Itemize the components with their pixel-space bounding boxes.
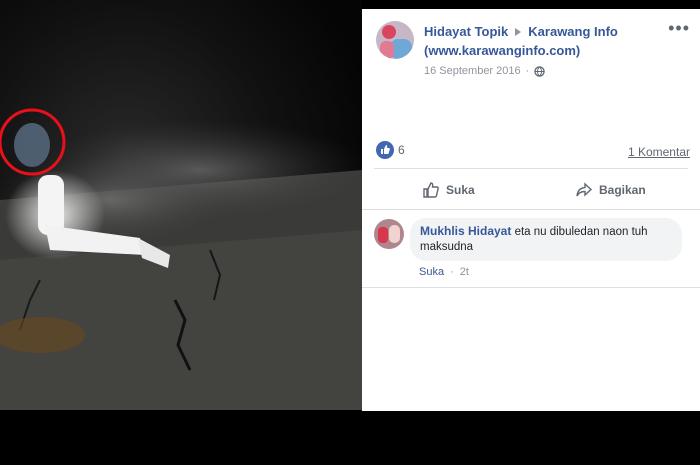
comment-count-link[interactable]: 1 Komentar (628, 145, 690, 159)
divider (374, 168, 688, 169)
more-options-icon[interactable]: ••• (668, 19, 690, 37)
like-label: Suka (446, 183, 475, 197)
facebook-post-card: Hidayat Topik Karawang Info (www.karawan… (362, 9, 700, 411)
photo-illustration (0, 108, 362, 410)
post-photo[interactable] (0, 0, 362, 410)
comment-actions: Suka · 2t (419, 266, 469, 278)
commenter-name[interactable]: Mukhlis Hidayat (420, 224, 511, 238)
like-button[interactable]: Suka (422, 181, 475, 199)
thumbs-up-icon (423, 182, 439, 198)
comment-time[interactable]: 2t (460, 266, 469, 278)
comment-like-link[interactable]: Suka (419, 266, 444, 278)
author-avatar[interactable] (376, 21, 414, 59)
group-url[interactable]: (www.karawanginfo.com) (424, 43, 580, 58)
commenter-avatar[interactable] (374, 219, 404, 249)
comment-bubble: Mukhlis Hidayat eta nu dibuledan naon tu… (410, 218, 682, 261)
author-name[interactable]: Hidayat Topik (424, 24, 508, 39)
share-arrow-icon (576, 182, 593, 197)
group-name[interactable]: Karawang Info (528, 24, 618, 39)
share-label: Bagikan (599, 183, 646, 197)
reactions-summary[interactable]: 6 (376, 141, 405, 159)
like-reaction-icon (376, 141, 394, 159)
like-count: 6 (398, 143, 405, 157)
post-header: Hidayat Topik Karawang Info (424, 24, 618, 39)
divider (362, 287, 700, 288)
privacy-globe-icon[interactable] (534, 65, 546, 77)
post-meta: 16 September 2016 · (424, 65, 546, 77)
comment-text-line2: maksudna (420, 241, 474, 253)
arrow-right-icon (515, 27, 522, 36)
divider (362, 209, 700, 210)
share-button[interactable]: Bagikan (575, 181, 646, 199)
comment-text-line1: eta nu dibuledan naon tuh (514, 226, 648, 238)
post-date[interactable]: 16 September 2016 (424, 65, 521, 77)
